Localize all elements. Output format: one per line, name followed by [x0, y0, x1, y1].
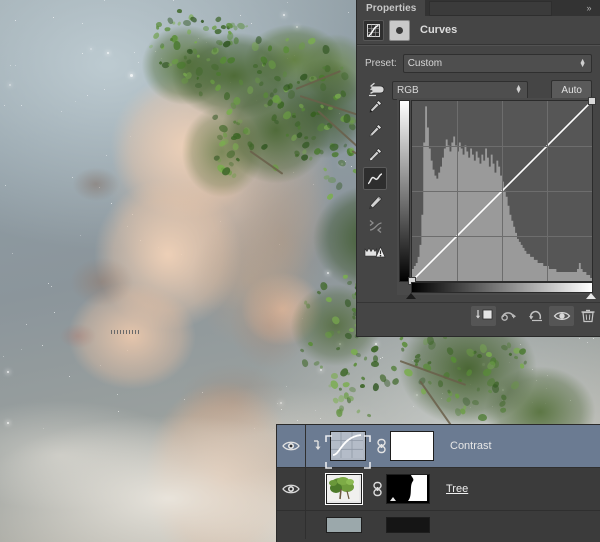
- curves-tool-strip[interactable]: [360, 95, 390, 265]
- link-mask-icon[interactable]: [368, 481, 386, 497]
- input-white-slider[interactable]: [586, 293, 596, 299]
- grid-line-horizontal: [412, 236, 592, 237]
- white-mask-thumbnail[interactable]: [390, 431, 434, 461]
- grid-line-horizontal: [412, 191, 592, 192]
- channel-value: RGB: [397, 85, 419, 96]
- eye-icon-partial[interactable]: [277, 511, 306, 539]
- output-gradient-bar: [399, 100, 410, 282]
- input-black-slider[interactable]: [406, 293, 416, 299]
- white-point-eyedropper-icon[interactable]: [363, 143, 387, 166]
- clipping-warning-icon[interactable]: [363, 241, 387, 264]
- gray-point-eyedropper-icon[interactable]: [363, 119, 387, 142]
- table-row[interactable]: Tree: [277, 468, 600, 511]
- layers-panel[interactable]: Contrast: [277, 425, 600, 542]
- smooth-curve-icon[interactable]: [363, 215, 387, 238]
- properties-header: Curves: [357, 16, 600, 44]
- eye-icon[interactable]: [277, 425, 306, 467]
- tab-properties-label: Properties: [366, 3, 416, 14]
- mask-thumbnail-partial[interactable]: [386, 517, 430, 533]
- curves-grid[interactable]: [411, 100, 593, 282]
- curves-graph[interactable]: [397, 98, 593, 295]
- curves-graph-block[interactable]: [357, 95, 600, 300]
- properties-bottom-toolbar[interactable]: [357, 302, 600, 329]
- adjustment-layer-icon: [389, 20, 410, 41]
- layer-thumbnail-partial[interactable]: [326, 517, 362, 533]
- curves-adjustment-thumbnail[interactable]: [330, 431, 366, 461]
- layer-thumbnail-wrapper[interactable]: [320, 474, 368, 504]
- table-row[interactable]: Contrast: [277, 425, 600, 468]
- link-mask-icon[interactable]: [372, 438, 390, 454]
- page-title: Curves: [420, 24, 457, 36]
- preset-row: Preset: Custom ▲▼: [357, 54, 600, 73]
- eye-icon[interactable]: [277, 468, 306, 510]
- layer-name[interactable]: Contrast: [450, 440, 492, 452]
- curves-icon: [363, 20, 384, 41]
- header-divider: [357, 44, 600, 46]
- edit-points-curve-icon[interactable]: [363, 167, 387, 190]
- preset-select[interactable]: Custom ▲▼: [403, 54, 592, 73]
- black-white-mask-thumbnail[interactable]: [386, 474, 430, 504]
- layer-thumbnail-wrapper[interactable]: [324, 431, 372, 461]
- chevron-updown-icon: ▲▼: [579, 60, 586, 68]
- grid-line-vertical: [547, 101, 548, 281]
- preset-value: Custom: [408, 58, 442, 69]
- tree-foliage-thumbnail[interactable]: [326, 474, 362, 504]
- curve-control-point-white[interactable]: [588, 97, 596, 105]
- tab-properties[interactable]: Properties: [357, 0, 425, 16]
- input-gradient-bar: [411, 282, 593, 293]
- tab-bar-empty-slot: [429, 1, 552, 16]
- tab-bar-filler: [425, 0, 578, 16]
- clip-to-layer-arrow-icon: [310, 438, 324, 454]
- double-chevron-right-icon[interactable]: »: [578, 0, 600, 16]
- preset-label: Preset:: [365, 58, 397, 69]
- panel-resize-grip[interactable]: [111, 330, 141, 334]
- chevron-updown-icon-channel: ▲▼: [515, 86, 522, 94]
- delete-layer-icon[interactable]: [575, 306, 600, 326]
- table-row-partial[interactable]: [277, 511, 600, 539]
- view-previous-state-icon[interactable]: [497, 306, 522, 326]
- black-point-eyedropper-icon[interactable]: [363, 95, 387, 118]
- panel-tab-bar: Properties »: [357, 0, 600, 16]
- adjustment-layer-dot: [396, 27, 403, 34]
- reset-adjustment-icon[interactable]: [523, 306, 548, 326]
- toggle-visibility-icon[interactable]: [549, 306, 574, 326]
- clip-to-layer-icon[interactable]: [471, 306, 496, 326]
- pencil-draw-curve-icon[interactable]: [363, 191, 387, 214]
- layer-name[interactable]: Tree: [446, 483, 468, 495]
